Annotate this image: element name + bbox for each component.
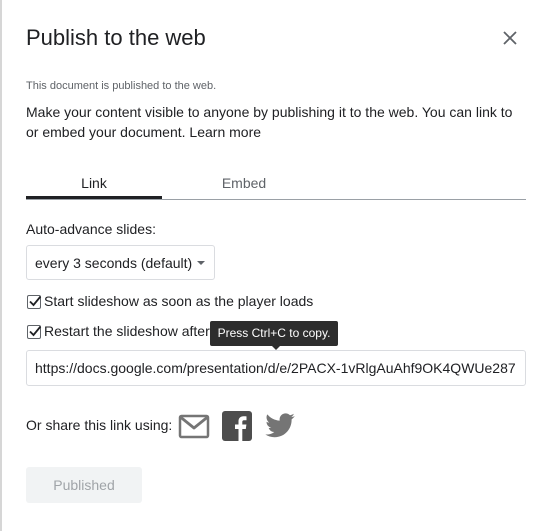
- publish-status-text: This document is published to the web.: [26, 80, 217, 92]
- restart-slideshow-checkbox[interactable]: [27, 325, 42, 339]
- dropdown-caret-icon: [197, 261, 205, 265]
- start-slideshow-label: Start slideshow as soon as the player lo…: [44, 293, 314, 309]
- start-slideshow-checkbox[interactable]: [27, 295, 42, 309]
- tab-link[interactable]: Link: [26, 168, 162, 198]
- published-url-field[interactable]: [26, 350, 526, 386]
- share-label: Or share this link using:: [26, 417, 173, 433]
- auto-advance-value: every 3 seconds (default): [35, 255, 193, 271]
- restart-slideshow-label: Restart the slideshow after: [44, 323, 210, 339]
- copy-tooltip: Press Ctrl+C to copy.: [210, 321, 338, 346]
- checkmark-icon: [29, 325, 42, 337]
- facebook-icon[interactable]: [221, 410, 253, 442]
- auto-advance-label: Auto-advance slides:: [26, 221, 156, 237]
- gmail-icon[interactable]: [178, 410, 210, 442]
- dialog-description: Make your content visible to anyone by p…: [26, 102, 526, 142]
- tab-embed[interactable]: Embed: [176, 168, 312, 198]
- tooltip-arrow: [272, 346, 280, 350]
- published-button[interactable]: Published: [26, 467, 142, 503]
- active-tab-indicator: [26, 196, 162, 199]
- description-text: Make your content visible to anyone by p…: [26, 104, 513, 140]
- checkmark-icon: [29, 295, 42, 307]
- learn-more-link[interactable]: Learn more: [189, 124, 261, 140]
- tab-bar: Link Embed: [26, 168, 526, 200]
- dialog-edge: [0, 0, 2, 531]
- auto-advance-select[interactable]: every 3 seconds (default): [26, 245, 215, 280]
- twitter-icon[interactable]: [264, 410, 296, 442]
- close-icon: [503, 31, 517, 45]
- close-button[interactable]: [498, 26, 522, 50]
- publish-dialog: Publish to the web This document is publ…: [0, 0, 551, 531]
- dialog-title: Publish to the web: [26, 25, 206, 50]
